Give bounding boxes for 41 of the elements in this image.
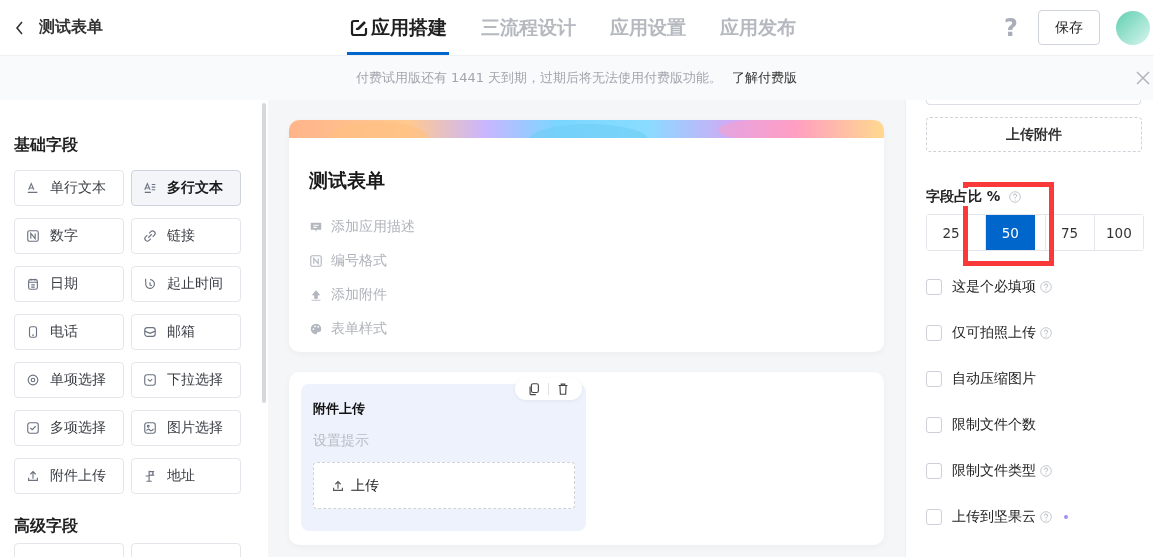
field-item[interactable]: 下拉选择: [131, 362, 241, 398]
notice-text: 付费试用版还有 1441 天到期，过期后将无法使用付费版功能。: [355, 69, 723, 87]
option-row[interactable]: 上传到坚果云: [926, 494, 1076, 540]
field-item[interactable]: 起止时间: [131, 266, 241, 302]
field-item[interactable]: 多项选择: [14, 410, 124, 446]
option-label: 这是个必填项: [952, 278, 1036, 296]
option-label: 自动压缩图片: [952, 370, 1036, 388]
group-title: 基础字段: [14, 135, 79, 156]
option-label: 仅可拍照上传: [952, 324, 1036, 342]
upload-button[interactable]: 上传: [313, 462, 575, 509]
option-row[interactable]: 自动压缩图片: [926, 356, 1076, 402]
field-item[interactable]: 日期: [14, 266, 124, 302]
notice-link[interactable]: 了解付费版: [732, 69, 798, 87]
field-item[interactable]: 附件上传: [14, 458, 124, 494]
field-item[interactable]: 地址: [131, 458, 241, 494]
option-row[interactable]: 限制文件类型: [926, 448, 1076, 494]
width-label: 字段占比 %: [926, 188, 1001, 206]
field-item[interactable]: 多行文本: [131, 170, 241, 206]
field-item[interactable]: 数字: [14, 218, 124, 254]
option-label: 限制文件个数: [952, 416, 1036, 434]
form-title: 测试表单: [309, 168, 386, 193]
width-option[interactable]: 50: [985, 215, 1035, 250]
option-row[interactable]: 仅可拍照上传: [926, 310, 1076, 356]
field-item[interactable]: 图片选择: [131, 410, 241, 446]
upload-attachment-button[interactable]: 上传附件: [926, 117, 1142, 152]
option-label: 上传到坚果云: [952, 508, 1036, 526]
field-label: 附件上传: [313, 400, 366, 418]
group-title: 高级字段: [14, 516, 79, 537]
form-field[interactable]: 附件上传 设置提示 上传: [301, 384, 586, 531]
option-row[interactable]: 限制文件个数: [926, 402, 1076, 448]
save-button[interactable]: 保存: [1038, 10, 1100, 45]
field-item[interactable]: 电话: [14, 314, 124, 350]
field-item[interactable]: 链接: [131, 218, 241, 254]
option-row[interactable]: 这是个必填项: [926, 264, 1076, 310]
field-item[interactable]: 单项选择: [14, 362, 124, 398]
width-option[interactable]: 100: [1093, 215, 1143, 250]
field-item[interactable]: 单行文本: [14, 170, 124, 206]
field-item[interactable]: 邮箱: [131, 314, 241, 350]
app-title: 测试表单: [39, 17, 103, 38]
option-label: 限制文件类型: [952, 462, 1036, 480]
field-hint: 设置提示: [313, 432, 370, 450]
